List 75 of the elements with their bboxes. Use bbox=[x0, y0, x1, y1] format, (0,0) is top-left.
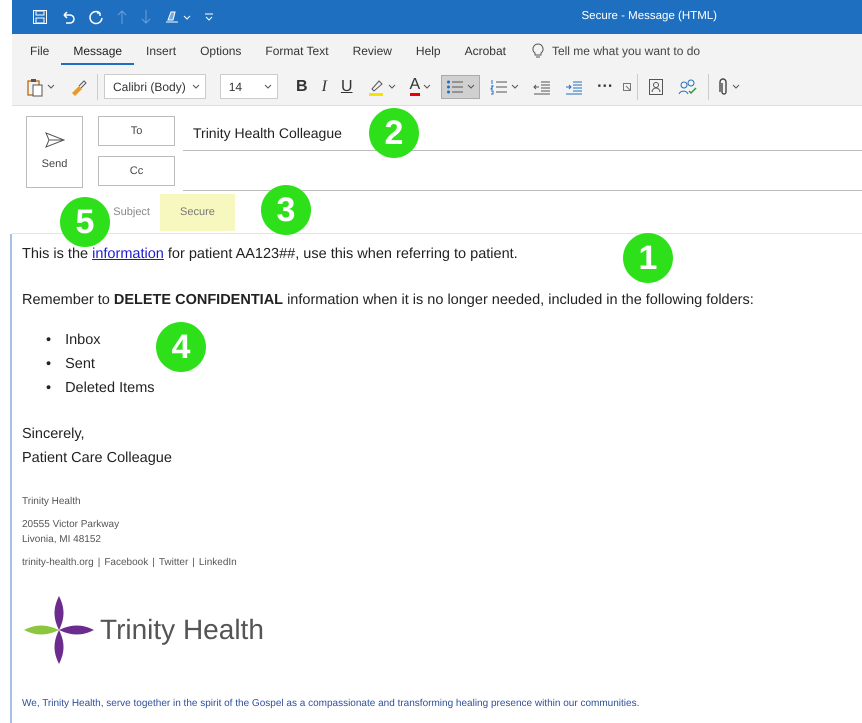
dialog-launcher-icon[interactable] bbox=[623, 82, 632, 90]
caret-icon bbox=[264, 82, 272, 90]
body-paragraph: This is the information for patient AA123##, use this when referring to patient. bbox=[22, 245, 518, 264]
outdent-icon bbox=[533, 78, 552, 94]
number-badge: 2 bbox=[369, 108, 419, 158]
save-icon[interactable] bbox=[32, 9, 48, 25]
people-check-icon bbox=[678, 78, 698, 96]
caret-icon bbox=[732, 82, 740, 90]
underline-button[interactable]: U bbox=[336, 76, 356, 98]
list-item: Deleted Items bbox=[65, 378, 155, 398]
list-item: Sent bbox=[65, 354, 95, 374]
separator-text: | bbox=[152, 556, 155, 568]
link[interactable]: Twitter bbox=[158, 556, 188, 568]
caret-icon bbox=[388, 82, 396, 90]
link[interactable]: Facebook bbox=[104, 556, 148, 568]
to-button[interactable]: To bbox=[98, 116, 175, 146]
subject-field[interactable]: Secure bbox=[160, 194, 235, 230]
indent-icon bbox=[565, 78, 584, 94]
caret-icon bbox=[423, 82, 432, 90]
ribbon-tab[interactable]: Review bbox=[340, 38, 404, 64]
ribbon-tab[interactable]: Message bbox=[61, 38, 134, 64]
tell-me-field[interactable]: Tell me what you want to do bbox=[552, 42, 700, 60]
separator-text: | bbox=[192, 556, 195, 568]
address-line: 20555 Victor Parkway bbox=[22, 518, 120, 532]
closing-text: Sincerely, bbox=[22, 424, 85, 444]
closing-text: Patient Care Colleague bbox=[22, 448, 172, 468]
number-badge: 5 bbox=[60, 197, 110, 247]
paperclip-icon bbox=[719, 78, 730, 96]
link[interactable]: information bbox=[92, 246, 164, 262]
caret-icon bbox=[192, 82, 200, 90]
redo-icon[interactable] bbox=[88, 9, 104, 25]
logo-icon bbox=[22, 594, 96, 666]
logo-text: Trinity Health bbox=[100, 612, 264, 647]
number-badge: 4 bbox=[156, 322, 206, 372]
link[interactable]: trinity-health.org bbox=[22, 556, 94, 568]
body-paragraph: Remember to DELETE CONFIDENTIAL information when it is no longer needed, included in the following folders: bbox=[22, 290, 754, 310]
number-badge: 1 bbox=[623, 233, 673, 283]
address-book-icon bbox=[648, 78, 664, 96]
list-item: Inbox bbox=[65, 330, 101, 350]
ribbon-tab[interactable]: Format Text bbox=[253, 38, 341, 64]
font-color-button[interactable]: A bbox=[406, 74, 436, 99]
send-button[interactable]: Send bbox=[26, 116, 83, 188]
link[interactable]: LinkedIn bbox=[198, 556, 237, 568]
subject-label: Subject bbox=[112, 205, 151, 220]
bullets-button[interactable] bbox=[441, 74, 480, 98]
ribbon-tab[interactable]: Help bbox=[404, 38, 453, 64]
send-icon bbox=[44, 132, 64, 148]
bullet-mark: • bbox=[46, 354, 52, 374]
ribbon-tab[interactable]: Acrobat bbox=[452, 38, 518, 64]
highlighter-icon bbox=[366, 78, 384, 96]
ribbon-tab[interactable]: File bbox=[18, 38, 62, 64]
numbered-list-icon bbox=[490, 78, 508, 94]
customize-icon[interactable] bbox=[204, 11, 214, 23]
bullet-list-icon bbox=[446, 78, 464, 94]
more-button[interactable]: ··· bbox=[593, 76, 618, 98]
ribbon-tab[interactable]: Options bbox=[188, 38, 254, 64]
cc-button[interactable]: Cc bbox=[98, 156, 175, 186]
window-title: Secure - Message (HTML) bbox=[582, 9, 717, 24]
motto-text: We, Trinity Health, serve together in the spirit of the Gospel as a compassionate and transforming healing presence within our communities. bbox=[22, 696, 640, 710]
caret-icon bbox=[47, 82, 55, 90]
bullet-mark: • bbox=[46, 378, 52, 398]
address-line: Livonia, MI 48152 bbox=[22, 532, 102, 546]
separator-text: | bbox=[98, 556, 100, 568]
signature-name: Trinity Health bbox=[22, 494, 82, 508]
caret-icon bbox=[511, 82, 520, 90]
number-badge: 3 bbox=[261, 185, 311, 235]
clipboard-icon bbox=[26, 76, 44, 96]
bullet-mark: • bbox=[46, 330, 52, 350]
font-name-field[interactable]: Calibri (Body) bbox=[104, 74, 206, 99]
font-size-field[interactable]: 14 bbox=[220, 74, 278, 99]
bold-button[interactable]: B bbox=[292, 76, 312, 98]
caret-icon bbox=[467, 82, 476, 90]
italic-button[interactable]: I bbox=[318, 76, 331, 98]
lightbulb-icon bbox=[532, 43, 544, 59]
ribbon-tab[interactable]: Insert bbox=[134, 38, 188, 64]
